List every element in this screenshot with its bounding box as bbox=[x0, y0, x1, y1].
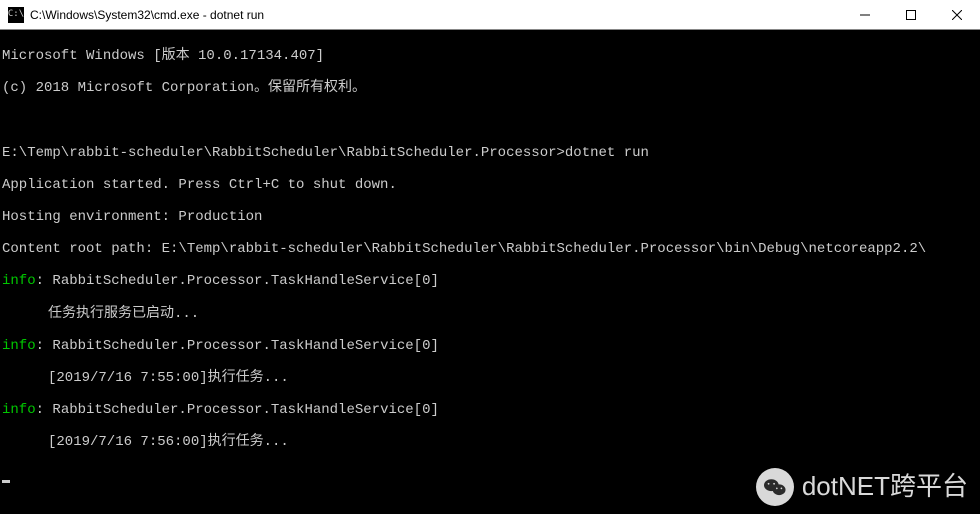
command-prompt-line: E:\Temp\rabbit-scheduler\RabbitScheduler… bbox=[2, 145, 978, 161]
entered-command: dotnet run bbox=[565, 145, 649, 161]
window-titlebar: C:\ C:\Windows\System32\cmd.exe - dotnet… bbox=[0, 0, 980, 30]
log-message: [2019/7/16 7:55:00]执行任务... bbox=[2, 370, 978, 386]
content-root-line: Content root path: E:\Temp\rabbit-schedu… bbox=[2, 241, 978, 257]
log-source: : RabbitScheduler.Processor.TaskHandleSe… bbox=[36, 273, 439, 289]
log-message: [2019/7/16 7:56:00]执行任务... bbox=[2, 434, 978, 450]
log-level-info: info bbox=[2, 273, 36, 289]
log-source: : RabbitScheduler.Processor.TaskHandleSe… bbox=[36, 338, 439, 354]
cmd-icon: C:\ bbox=[8, 7, 24, 23]
copyright-line: (c) 2018 Microsoft Corporation。保留所有权利。 bbox=[2, 80, 978, 96]
log-source: : RabbitScheduler.Processor.TaskHandleSe… bbox=[36, 402, 439, 418]
window-title: C:\Windows\System32\cmd.exe - dotnet run bbox=[30, 8, 842, 22]
watermark: dotNET跨平台 bbox=[756, 468, 968, 506]
terminal-cursor bbox=[2, 480, 10, 483]
windows-version-line: Microsoft Windows [版本 10.0.17134.407] bbox=[2, 48, 978, 64]
log-entry: info: RabbitScheduler.Processor.TaskHand… bbox=[2, 338, 978, 354]
hosting-env-line: Hosting environment: Production bbox=[2, 209, 978, 225]
log-entry: info: RabbitScheduler.Processor.TaskHand… bbox=[2, 273, 978, 289]
maximize-button[interactable] bbox=[888, 0, 934, 30]
window-controls bbox=[842, 0, 980, 30]
terminal-output[interactable]: Microsoft Windows [版本 10.0.17134.407] (c… bbox=[0, 30, 980, 514]
watermark-text: dotNET跨平台 bbox=[802, 472, 968, 502]
prompt-path: E:\Temp\rabbit-scheduler\RabbitScheduler… bbox=[2, 145, 565, 161]
log-entry: info: RabbitScheduler.Processor.TaskHand… bbox=[2, 402, 978, 418]
wechat-icon bbox=[756, 468, 794, 506]
close-button[interactable] bbox=[934, 0, 980, 30]
log-message: 任务执行服务已启动... bbox=[2, 306, 978, 322]
log-level-info: info bbox=[2, 338, 36, 354]
log-level-info: info bbox=[2, 402, 36, 418]
minimize-button[interactable] bbox=[842, 0, 888, 30]
app-started-line: Application started. Press Ctrl+C to shu… bbox=[2, 177, 978, 193]
